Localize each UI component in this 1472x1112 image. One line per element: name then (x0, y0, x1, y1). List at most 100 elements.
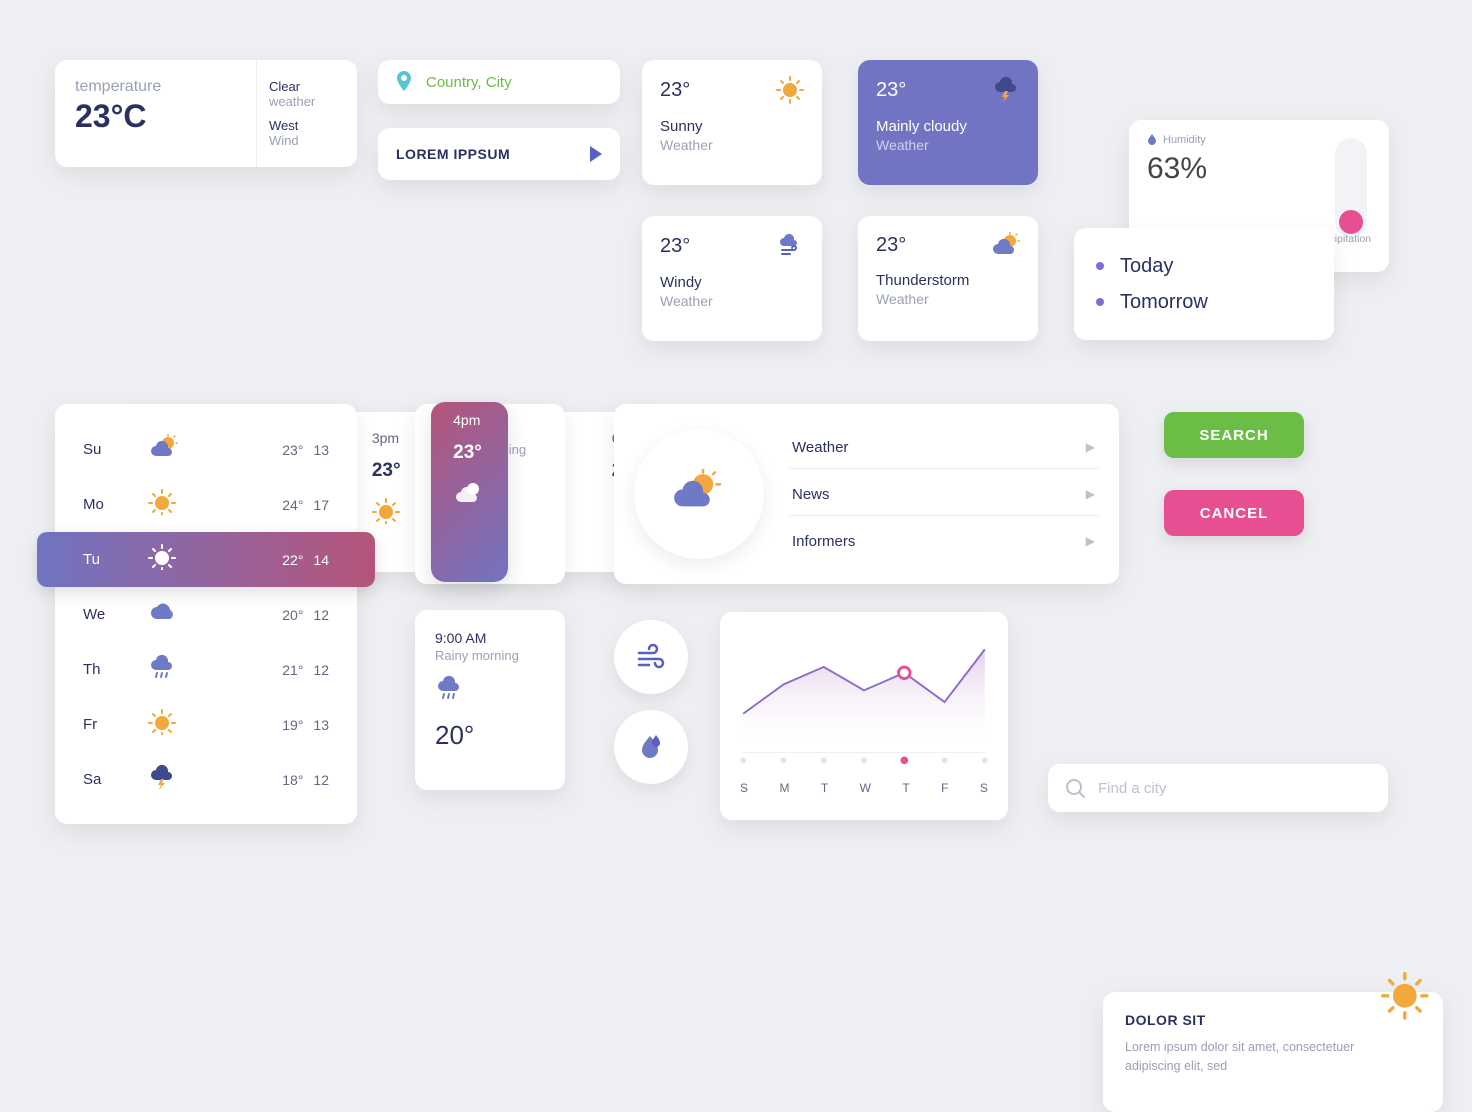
day-temps: 19°13 (213, 717, 329, 733)
weather-icon (148, 654, 178, 680)
tomorrow-row[interactable]: Tomorrow (1096, 291, 1312, 314)
wind-icon (635, 643, 667, 671)
hour-label: 4pm (453, 412, 508, 428)
chart-day-label: S (980, 781, 988, 795)
day-temps: 22°14 (213, 552, 329, 568)
chart-day-label: T (821, 781, 828, 795)
menu-label: Weather (792, 439, 848, 456)
chart-day-label: S (740, 781, 748, 795)
wind-circle-button[interactable] (614, 620, 688, 694)
storm-icon (992, 76, 1020, 104)
desc: Rainy morning (435, 648, 545, 663)
weather-icon (148, 434, 178, 460)
day-temps: 18°12 (213, 772, 329, 788)
weekly-row[interactable]: Tu 22°14 (37, 532, 375, 587)
chart-card: SMTWTFS (720, 612, 1008, 820)
weather-sub: Weather (660, 137, 804, 153)
today-tomorrow-card: Today Tomorrow (1074, 228, 1334, 340)
slider-knob[interactable] (1339, 210, 1363, 234)
dolor-body: Lorem ipsum dolor sit amet, consectetuer… (1125, 1038, 1355, 1076)
menu-card: Weather▶News▶Informers▶ (614, 404, 1119, 584)
temperature-value: 23°C (75, 98, 236, 135)
today-row[interactable]: Today (1096, 255, 1312, 278)
weather-card-cloudy[interactable]: 23° Mainly cloudy Weather (858, 60, 1038, 185)
day-temps: 21°12 (213, 662, 329, 678)
day-temps: 23°13 (213, 442, 329, 458)
city-search-input[interactable] (1098, 780, 1372, 797)
weather-sub: Weather (876, 291, 1020, 307)
day-label: We (83, 606, 113, 623)
chevron-right-icon: ▶ (1086, 440, 1095, 454)
temperature-card: temperature 23°C Clear weather West Wind (55, 60, 357, 167)
temperature-chart (734, 628, 994, 768)
lorem-label: LOREM IPPSUM (396, 146, 510, 162)
chevron-right-icon: ▶ (1086, 487, 1095, 501)
day-label: Mo (83, 496, 113, 513)
time: 9:00 AM (435, 630, 545, 646)
search-button[interactable]: SEARCH (1164, 412, 1304, 458)
day-label: Th (83, 661, 113, 678)
day-temps: 20°12 (213, 607, 329, 623)
weather-icon (148, 764, 178, 790)
weather-name: Mainly cloudy (876, 118, 1020, 135)
sun-icon (776, 76, 804, 104)
cancel-button[interactable]: CANCEL (1164, 490, 1304, 536)
temp: 23° (660, 79, 690, 102)
dolor-card: DOLOR SIT Lorem ipsum dolor sit amet, co… (1103, 992, 1443, 1112)
weekly-row[interactable]: Sa 18°12 (55, 752, 357, 807)
dolor-title: DOLOR SIT (1125, 1012, 1421, 1028)
bullet-icon (1096, 262, 1104, 270)
day-label: Fr (83, 716, 113, 733)
temp: 23° (660, 235, 690, 258)
hour-temp: 23° (453, 442, 508, 464)
search-icon (1064, 777, 1086, 799)
menu-label: Informers (792, 533, 855, 550)
pin-icon (394, 71, 414, 93)
menu-item[interactable]: Weather ▶ (788, 427, 1099, 469)
humidity-slider[interactable] (1335, 138, 1367, 238)
location-input[interactable]: Country, City (378, 60, 620, 104)
weather-icon (148, 709, 178, 735)
weather-icon (148, 489, 178, 515)
weekly-row[interactable]: Th 21°12 (55, 642, 357, 697)
weather-card-windy[interactable]: 23° Windy Weather (642, 216, 822, 341)
temp: 20° (435, 720, 545, 751)
chart-day-label: W (860, 781, 871, 795)
weather-card-sunny[interactable]: 23° Sunny Weather (642, 60, 822, 185)
temperature-label: temperature (75, 78, 236, 96)
lorem-button[interactable]: LOREM IPPSUM (378, 128, 620, 180)
drop-icon (636, 733, 666, 761)
menu-icon-circle (634, 429, 764, 559)
weather-sub: Weather (660, 293, 804, 309)
weekly-forecast: Su 23°13Mo 24°17Tu 22°14We 20°12Th 21°12… (55, 404, 357, 824)
morning-card-rainy[interactable]: 9:00 AM Rainy morning 20° (415, 610, 565, 790)
location-text: Country, City (426, 74, 512, 91)
temp: 23° (876, 234, 906, 257)
search-input-card[interactable] (1048, 764, 1388, 812)
weekly-row[interactable]: Su 23°13 (55, 422, 357, 477)
weather-icon (148, 599, 178, 625)
weather-icon (372, 498, 400, 524)
chart-day-label: F (941, 781, 948, 795)
day-label: Su (83, 441, 113, 458)
bullet-icon (1096, 298, 1104, 306)
humidity-circle-button[interactable] (614, 710, 688, 784)
weather-icon (453, 480, 481, 506)
weekly-row[interactable]: Mo 24°17 (55, 477, 357, 532)
condition-text: Clear (269, 79, 345, 94)
play-icon (590, 146, 602, 162)
partly-cloudy-icon (990, 232, 1020, 258)
weather-sub: Weather (876, 137, 1020, 153)
partly-cloudy-icon (669, 469, 729, 519)
hourly-item[interactable]: 4pm 23° (431, 402, 508, 582)
wind-sub: Wind (269, 133, 345, 148)
weather-card-thunderstorm[interactable]: 23° Thunderstorm Weather (858, 216, 1038, 341)
menu-item[interactable]: Informers ▶ (788, 521, 1099, 562)
chevron-right-icon: ▶ (1086, 534, 1095, 548)
rain-icon (435, 675, 467, 705)
weekly-row[interactable]: Fr 19°13 (55, 697, 357, 752)
weather-name: Sunny (660, 118, 804, 135)
menu-item[interactable]: News▶ (788, 474, 1099, 516)
weather-icon (148, 544, 178, 570)
weekly-row[interactable]: We 20°12 (55, 587, 357, 642)
